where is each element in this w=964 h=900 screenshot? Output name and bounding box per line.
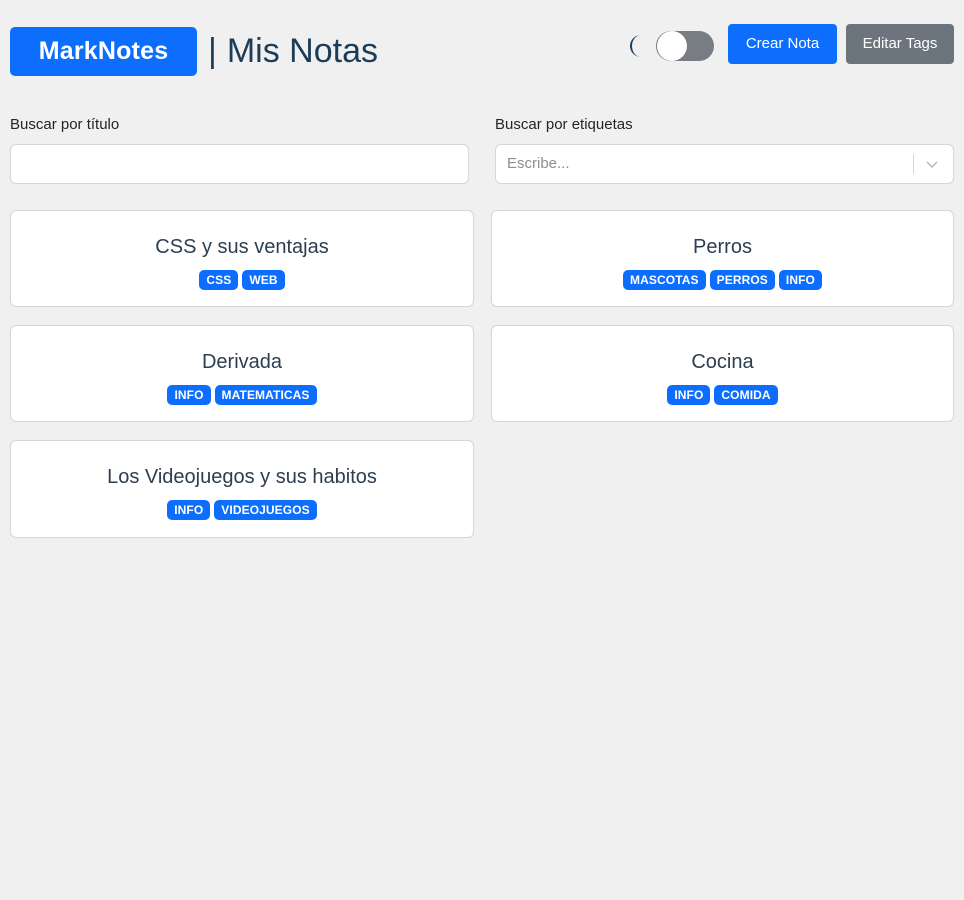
theme-toggle[interactable] — [656, 31, 714, 61]
title-separator: | — [208, 32, 217, 70]
note-tags: MASCOTAS PERROS INFO — [492, 270, 953, 290]
page-title-text: Mis Notas — [226, 32, 378, 70]
tag-badge: MASCOTAS — [623, 270, 706, 290]
toggle-knob — [657, 31, 687, 61]
note-title: Cocina — [691, 351, 754, 373]
note-tags: CSS WEB — [11, 270, 473, 290]
tag-badge: CSS — [199, 270, 239, 290]
tag-badge: COMIDA — [714, 385, 778, 405]
note-tags: INFO COMIDA — [492, 385, 953, 405]
create-note-button[interactable]: Crear Nota — [728, 24, 837, 64]
select-divider — [913, 154, 914, 174]
note-card[interactable]: Derivada INFO MATEMATICAS — [10, 325, 474, 422]
tag-search-label: Buscar por etiquetas — [495, 116, 633, 133]
title-search-label: Buscar por título — [10, 116, 120, 133]
tag-badge: PERROS — [709, 270, 775, 290]
note-tags: INFO VIDEOJUEGOS — [11, 500, 473, 520]
note-card[interactable]: CSS y sus ventajas CSS WEB — [10, 210, 474, 307]
note-title: Derivada — [201, 351, 283, 373]
chevron-down-icon[interactable] — [924, 156, 940, 172]
page-title: | Mis Notas — [208, 28, 378, 74]
note-title: Los Videojuegos y sus habitos — [107, 466, 377, 488]
note-card[interactable]: Los Videojuegos y sus habitos INFO VIDEOJ… — [10, 440, 474, 538]
brand-logo[interactable]: MarkNotes — [10, 27, 197, 76]
note-tags: INFO MATEMATICAS — [11, 385, 473, 405]
tag-badge: INFO — [167, 500, 211, 520]
tag-search-select[interactable]: Escribe... — [495, 144, 954, 184]
note-card[interactable]: Perros MASCOTAS PERROS INFO — [491, 210, 954, 307]
tag-badge: INFO — [167, 385, 211, 405]
tag-badge: WEB — [242, 270, 285, 290]
note-title: Perros — [693, 236, 752, 258]
note-title: CSS y sus ventajas — [155, 236, 329, 258]
app-header: MarkNotes | Mis Notas Crear Nota Editar T… — [0, 0, 964, 100]
title-search-input[interactable] — [10, 144, 469, 184]
tag-badge: VIDEOJUEGOS — [214, 500, 317, 520]
moon-icon — [630, 35, 641, 57]
tag-badge: MATEMATICAS — [214, 385, 317, 405]
note-card[interactable]: Cocina INFO COMIDA — [491, 325, 954, 422]
tag-badge: INFO — [667, 385, 711, 405]
tag-search-placeholder: Escribe... — [507, 155, 570, 172]
edit-tags-button[interactable]: Editar Tags — [846, 24, 954, 64]
tag-badge: INFO — [778, 270, 822, 290]
